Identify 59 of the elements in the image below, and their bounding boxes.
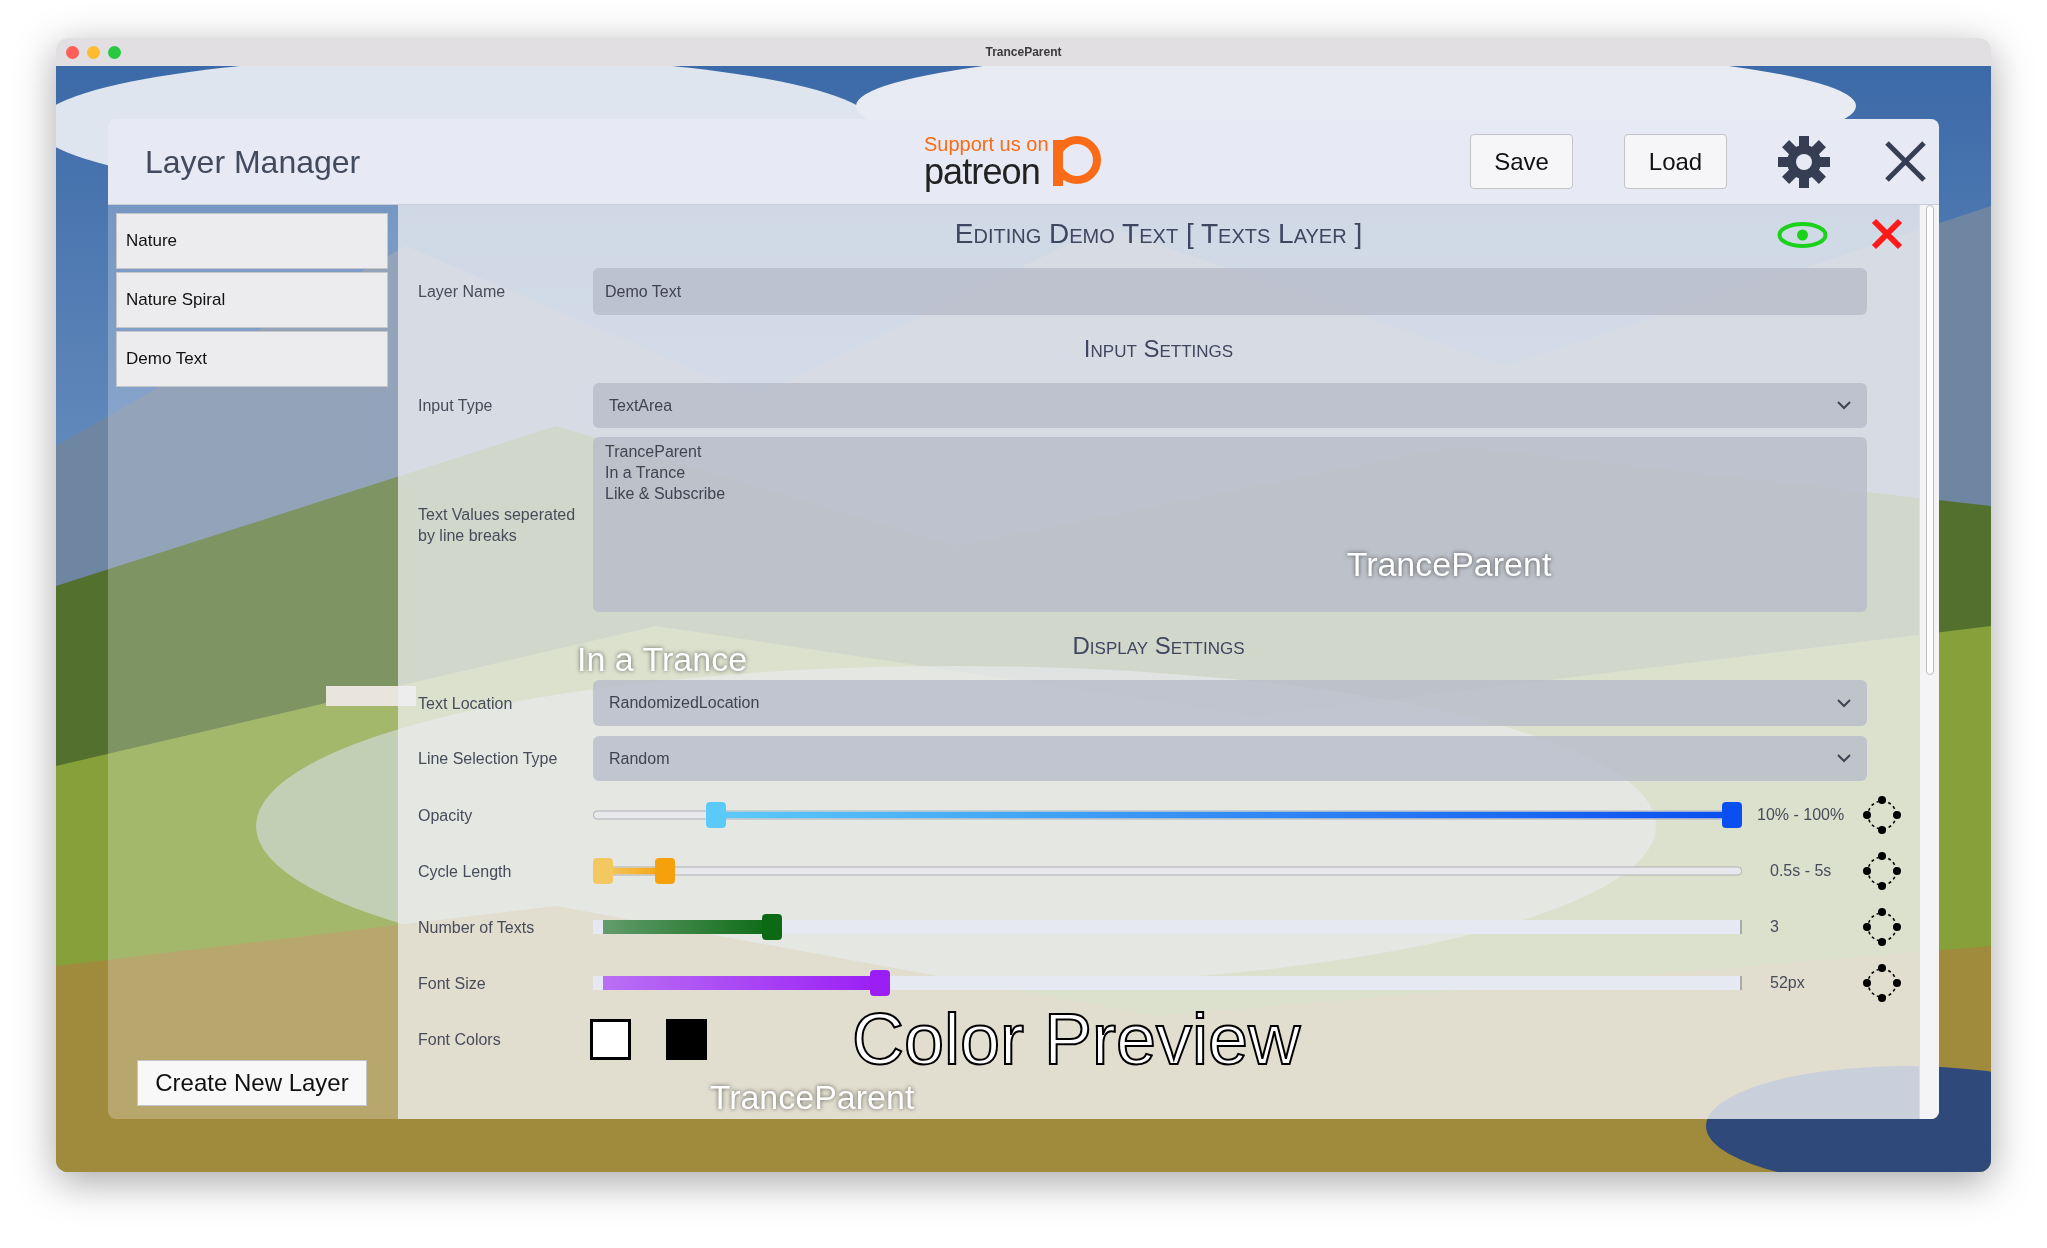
section-heading: Display Settings <box>1072 631 1245 661</box>
layer-list-item[interactable]: Nature Spiral <box>116 272 388 328</box>
header-button[interactable]: Load <box>1624 134 1727 189</box>
slider-thumb[interactable] <box>762 914 783 940</box>
field-label: Text Location <box>418 693 514 714</box>
field-label: Line Selection Type <box>418 749 559 769</box>
color-preview-text: Color Preview <box>852 1003 1301 1075</box>
slider-thumb[interactable] <box>705 802 726 828</box>
create-layer-button[interactable]: Create New Layer <box>137 1060 367 1106</box>
field-label: Opacity <box>418 805 474 826</box>
color-swatch[interactable] <box>590 1018 631 1060</box>
dropdown[interactable]: Random <box>593 736 1867 781</box>
slider-track[interactable] <box>593 802 1742 828</box>
layer-list-item[interactable]: Nature <box>116 213 388 269</box>
floating-preview-text: In a Trance <box>576 638 748 680</box>
dialog-title: Layer Manager <box>144 142 362 182</box>
move-icon[interactable] <box>1862 851 1902 891</box>
field-label: Number of Texts <box>418 917 536 938</box>
slider-track[interactable] <box>593 970 1742 996</box>
field-label: Layer Name <box>418 282 507 302</box>
header-button[interactable]: Save <box>1470 134 1573 189</box>
slider-thumb[interactable] <box>593 858 613 884</box>
chevron-down-icon <box>1837 698 1851 708</box>
scrollbar[interactable] <box>1919 205 1939 1119</box>
slider-reading: 0.5s - 5s <box>1769 861 1833 881</box>
slider-track[interactable] <box>593 858 1742 884</box>
field-label: Font Size <box>418 973 487 994</box>
dropdown[interactable]: TextArea <box>593 383 1867 428</box>
field-label: Font Colors <box>418 1029 502 1050</box>
field-label: Cycle Length <box>418 861 513 882</box>
window-title: TranceParent <box>985 44 1062 61</box>
layer-list-item[interactable]: Demo Text <box>116 331 388 387</box>
slider-reading: 52px <box>1769 973 1806 993</box>
patreon-tagline: Support us on <box>924 133 1049 154</box>
layer-name-field[interactable]: Demo Text <box>593 268 1867 315</box>
slider-thumb[interactable] <box>1722 802 1742 828</box>
slider-track[interactable] <box>593 914 1742 940</box>
section-heading: Input Settings <box>1083 334 1234 364</box>
move-icon[interactable] <box>1862 963 1902 1003</box>
field-label: Text Values seperated by line breaks <box>418 504 577 546</box>
chevron-down-icon <box>1837 401 1851 410</box>
chevron-down-icon <box>1837 754 1851 763</box>
slider-thumb[interactable] <box>655 858 676 884</box>
close-icon[interactable] <box>1884 140 1927 183</box>
dropdown[interactable]: RandomizedLocation <box>593 680 1867 726</box>
floating-preview-text: TranceParent <box>1346 543 1552 585</box>
close-window-icon[interactable] <box>66 45 79 59</box>
slider-reading: 10% - 100% <box>1756 805 1846 825</box>
delete-icon[interactable] <box>1871 218 1903 250</box>
move-icon[interactable] <box>1862 907 1902 947</box>
scrollbar-thumb[interactable] <box>1925 205 1934 675</box>
slider-reading: 3 <box>1769 917 1780 937</box>
field-label: Input Type <box>418 396 494 416</box>
color-swatch[interactable] <box>666 1018 707 1060</box>
floating-preview-text: TranceParent <box>709 1076 915 1118</box>
editor-heading: Editing Demo Text [ Texts Layer ] <box>954 217 1363 251</box>
settings-icon[interactable] <box>1778 135 1830 188</box>
move-icon[interactable] <box>1862 795 1902 835</box>
slider-thumb[interactable] <box>869 970 890 996</box>
